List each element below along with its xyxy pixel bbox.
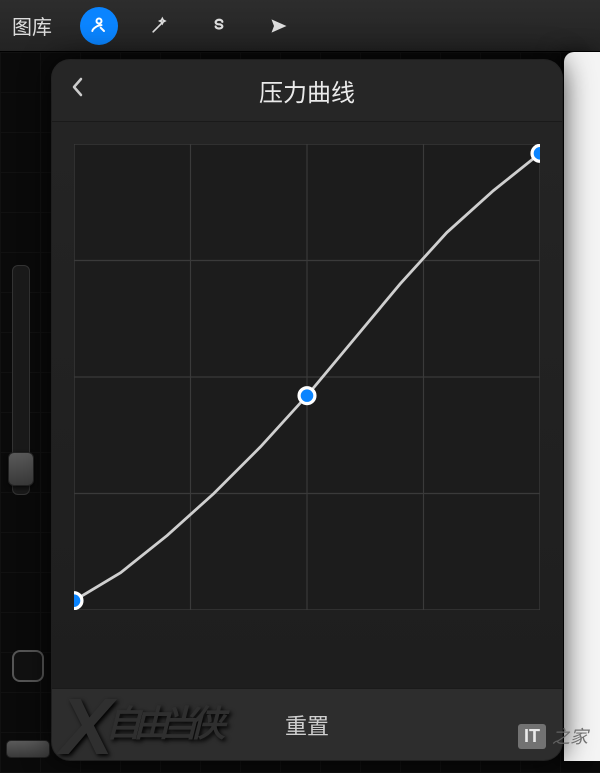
settings-icon[interactable] xyxy=(80,7,118,45)
brush-size-slider-thumb[interactable] xyxy=(8,452,34,486)
top-toolbar: 图库 xyxy=(0,0,600,52)
panel-title: 压力曲线 xyxy=(259,73,355,108)
canvas-page-edge xyxy=(564,52,600,761)
curve-control-point[interactable] xyxy=(532,145,540,161)
curve-editor[interactable] xyxy=(52,122,562,688)
s-icon[interactable] xyxy=(200,7,238,45)
curve-control-point[interactable] xyxy=(299,388,315,404)
opacity-slider-thumb[interactable] xyxy=(6,740,50,758)
back-button[interactable] xyxy=(70,76,86,105)
magic-wand-icon[interactable] xyxy=(140,7,178,45)
watermark-text: 之家 xyxy=(552,723,588,749)
watermark: IT 之家 xyxy=(518,723,588,749)
watermark-box: IT xyxy=(518,724,546,749)
curve-control-point[interactable] xyxy=(74,593,82,609)
panel-header: 压力曲线 xyxy=(52,60,562,122)
sidebar-toggle-button[interactable] xyxy=(12,650,44,682)
reset-button[interactable]: 重置 xyxy=(52,688,562,760)
chevron-left-icon xyxy=(70,76,86,98)
pressure-curve-chart[interactable] xyxy=(74,144,540,610)
pressure-curve-panel: 压力曲线 重置 xyxy=(52,60,562,760)
send-icon[interactable] xyxy=(260,7,298,45)
reset-label: 重置 xyxy=(285,709,329,741)
gallery-button[interactable]: 图库 xyxy=(12,11,52,40)
